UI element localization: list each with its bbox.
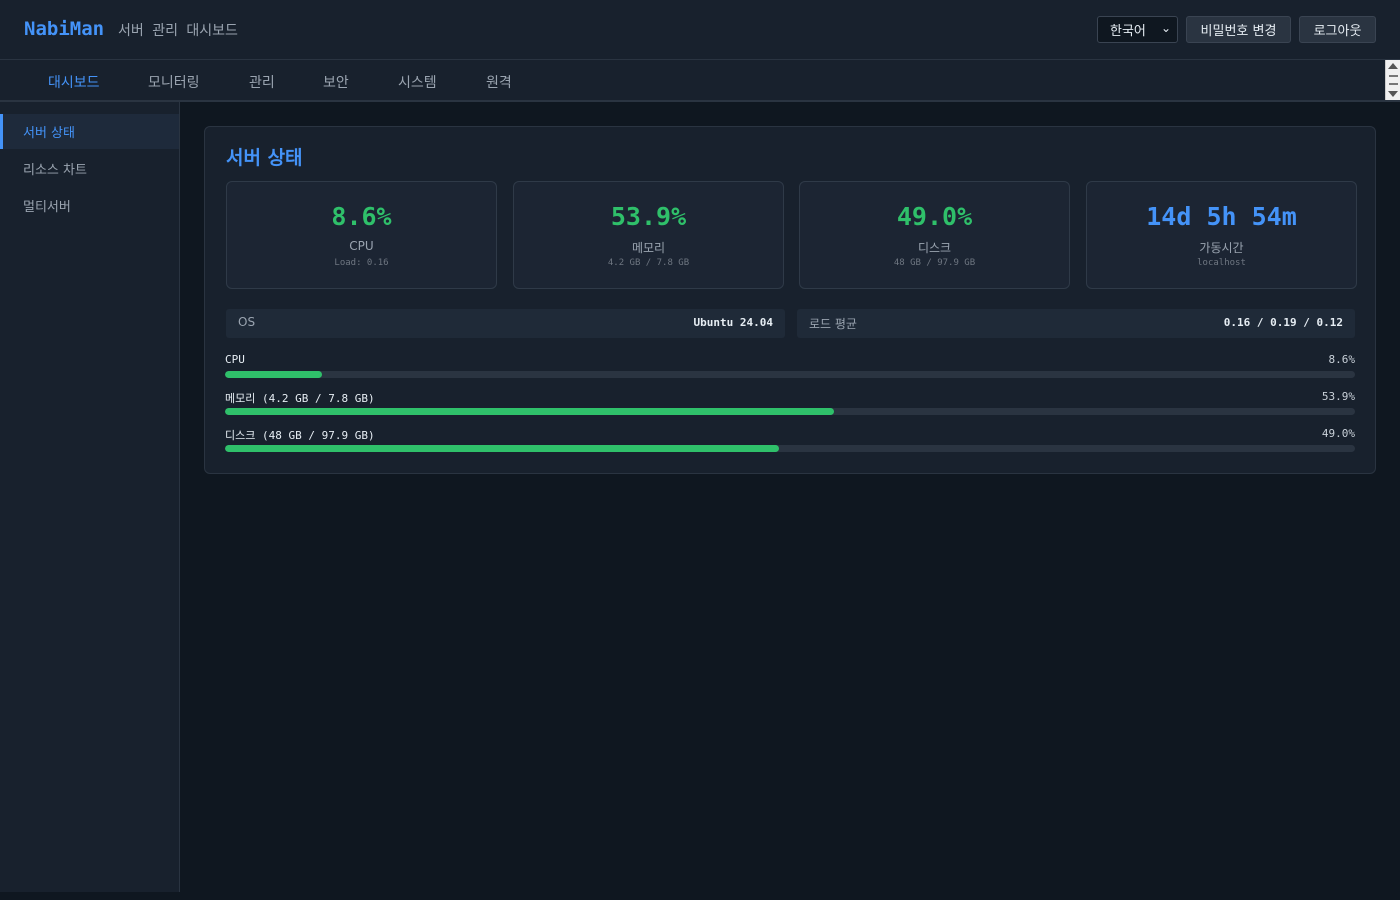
sidebar-item-multiserver[interactable]: 멀티서버 bbox=[0, 188, 179, 223]
stat-sub: localhost bbox=[1197, 258, 1246, 268]
progress-fill-memory bbox=[225, 408, 835, 415]
scroll-thumb[interactable] bbox=[1389, 75, 1398, 85]
bar-percent-disk: 49.0% bbox=[1321, 427, 1355, 440]
stat-card-cpu: 8.6% CPU Load: 0.16 bbox=[226, 181, 497, 289]
bar-percent-cpu: 8.6% bbox=[1328, 353, 1356, 366]
progress-fill-disk bbox=[225, 445, 779, 452]
app-subtitle: 서버 관리 대시보드 bbox=[118, 23, 238, 39]
sidebar-item-resource-chart[interactable]: 리소스 차트 bbox=[0, 151, 179, 186]
stat-card-uptime: 14d 5h 54m 가동시간 localhost bbox=[1086, 181, 1357, 289]
bar-label-memory: 메모리 (4.2 GB / 7.8 GB) bbox=[225, 392, 375, 405]
logout-button[interactable]: 로그아웃 bbox=[1299, 16, 1376, 43]
stat-value: 8.6% bbox=[331, 202, 392, 231]
sidebar: 서버 상태 리소스 차트 멀티서버 bbox=[0, 102, 180, 892]
tab-monitoring[interactable]: 모니터링 bbox=[148, 72, 200, 92]
chevron-down-icon: ⌄ bbox=[1160, 21, 1171, 35]
stat-sub: 4.2 GB / 7.8 GB bbox=[607, 258, 690, 268]
language-select-value: 한국어 bbox=[1110, 24, 1146, 39]
progress-fill-cpu bbox=[225, 371, 323, 378]
tabs-scrollbar[interactable] bbox=[1385, 60, 1400, 100]
bar-label-cpu: CPU bbox=[225, 353, 245, 366]
stat-label: CPU bbox=[349, 239, 374, 253]
tab-management[interactable]: 관리 bbox=[249, 72, 275, 92]
tab-security[interactable]: 보안 bbox=[323, 72, 349, 92]
load-average-label: 로드 평균 bbox=[809, 317, 857, 331]
stat-card-memory: 53.9% 메모리 4.2 GB / 7.8 GB bbox=[513, 181, 784, 289]
progress-track-cpu bbox=[225, 371, 1355, 378]
stat-sub: 48 GB / 97.9 GB bbox=[893, 258, 976, 268]
tab-system[interactable]: 시스템 bbox=[398, 72, 437, 92]
stat-label: 메모리 bbox=[631, 241, 666, 255]
brand-logo[interactable]: NabiMan bbox=[24, 18, 104, 40]
stat-value: 49.0% bbox=[896, 202, 973, 231]
bar-label-disk: 디스크 (48 GB / 97.9 GB) bbox=[225, 429, 375, 442]
sidebar-item-server-status[interactable]: 서버 상태 bbox=[0, 114, 179, 149]
os-info-row: OS Ubuntu 24.04 bbox=[226, 309, 785, 338]
tab-dashboard[interactable]: 대시보드 bbox=[48, 72, 100, 92]
progress-track-disk bbox=[225, 445, 1355, 452]
stat-value: 53.9% bbox=[610, 202, 687, 231]
progress-track-memory bbox=[225, 408, 1355, 415]
main-tabs: 대시보드 모니터링 관리 보안 시스템 원격 bbox=[0, 60, 1400, 102]
load-average-value: 0.16 / 0.19 / 0.12 bbox=[1223, 316, 1343, 329]
load-average-row: 로드 평균 0.16 / 0.19 / 0.12 bbox=[797, 309, 1355, 338]
bar-percent-memory: 53.9% bbox=[1321, 390, 1355, 403]
stat-label: 디스크 bbox=[917, 241, 952, 255]
page-title: 서버 상태 bbox=[226, 147, 303, 169]
stat-sub: Load: 0.16 bbox=[334, 258, 389, 268]
server-status-card: 서버 상태 8.6% CPU Load: 0.16 53.9% 메모리 4.2 … bbox=[204, 126, 1376, 474]
top-header: NabiMan 서버 관리 대시보드 한국어 ⌄ 비밀번호 변경 로그아웃 bbox=[0, 0, 1400, 60]
scroll-up-icon[interactable] bbox=[1388, 63, 1398, 69]
os-value: Ubuntu 24.04 bbox=[693, 316, 773, 329]
tab-remote[interactable]: 원격 bbox=[486, 72, 512, 92]
language-select[interactable]: 한국어 ⌄ bbox=[1097, 16, 1178, 43]
scroll-down-icon[interactable] bbox=[1388, 91, 1398, 97]
stat-card-disk: 49.0% 디스크 48 GB / 97.9 GB bbox=[799, 181, 1070, 289]
os-label: OS bbox=[238, 315, 256, 329]
stat-label: 가동시간 bbox=[1199, 241, 1244, 255]
stat-value: 14d 5h 54m bbox=[1146, 202, 1297, 231]
change-password-button[interactable]: 비밀번호 변경 bbox=[1186, 16, 1291, 43]
